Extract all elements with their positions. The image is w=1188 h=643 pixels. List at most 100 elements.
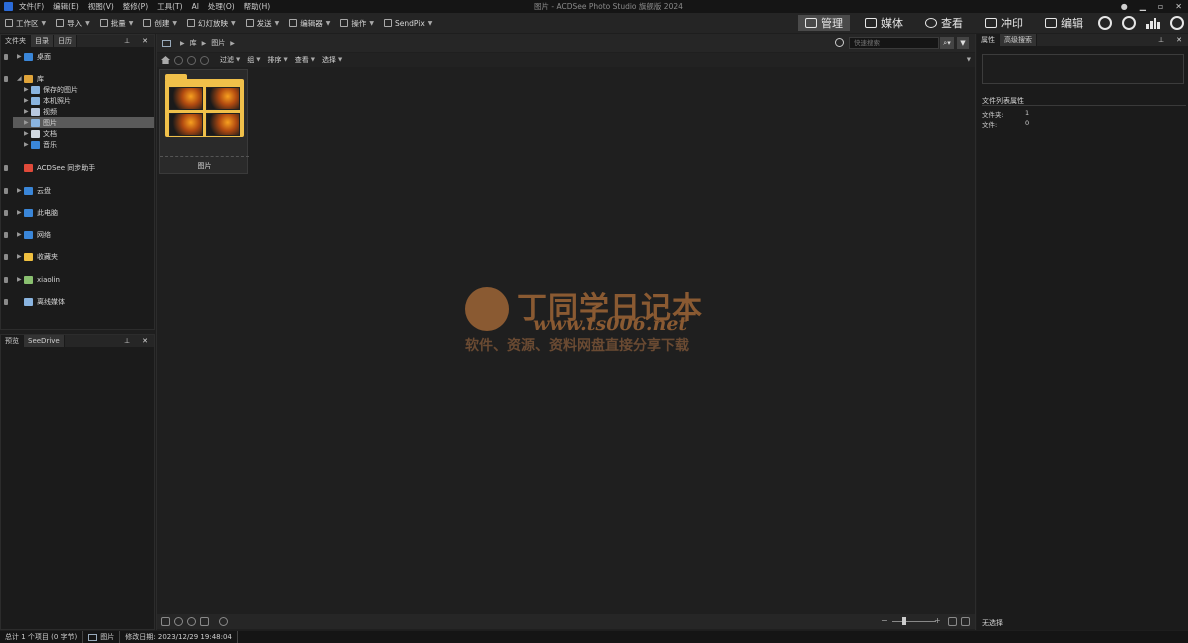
app-icon[interactable] [4,2,13,11]
mode-manage[interactable]: 管理 [798,15,850,31]
expand-arrow-icon[interactable]: ▶ [24,97,29,104]
breadcrumb-pictures[interactable]: 图片 [211,38,225,48]
expand-arrow-icon[interactable]: ▶ [24,108,29,115]
pin-icon[interactable]: ⊥ [124,337,130,345]
menu-ai[interactable]: AI [192,2,199,11]
rotate-left-icon[interactable] [174,617,183,626]
tab-catalog[interactable]: 目录 [31,35,54,47]
zoom-out-icon[interactable]: − [881,617,890,626]
tab-calendar[interactable]: 日历 [54,35,77,47]
menu-tools[interactable]: 工具(T) [157,1,182,12]
pin-icon[interactable]: ⊥ [124,37,130,45]
menu-file[interactable]: 文件(F) [19,1,44,12]
rotate-right-icon[interactable] [187,617,196,626]
sendpix-button[interactable]: SendPix ▼ [384,19,432,28]
stats-icon[interactable] [1146,17,1160,29]
expand-arrow-icon[interactable]: ◢ [17,75,22,82]
sort-menu[interactable]: 排序 ▼ [267,55,287,65]
group-menu[interactable]: 组 ▼ [247,55,260,65]
pin-icon[interactable] [4,53,8,60]
expand-arrow-icon[interactable]: ▶ [24,119,29,126]
live-icon[interactable] [1170,16,1184,30]
mode-edit[interactable]: 编辑 [1038,15,1090,31]
folder-thumbnail[interactable]: 图片 [159,69,249,174]
tree-item-user-folder[interactable]: ▶ xiaolin [1,274,154,285]
tab-advanced-search[interactable]: 高级搜索 [1000,34,1037,46]
expand-arrow-icon[interactable]: ▶ [24,86,29,93]
search-icon[interactable]: ⌕▾ [940,37,954,49]
expand-arrow-icon[interactable]: ▶ [17,53,22,60]
actions-button[interactable]: 操作 ▼ [340,18,374,29]
tree-item-documents[interactable]: ▶ 文档 [1,128,154,139]
filter-menu[interactable]: 过滤 ▼ [220,55,240,65]
send-button[interactable]: 发送 ▼ [245,18,279,29]
tree-item-offline-media[interactable]: 离线媒体 [1,296,154,307]
tree-item-saved-pictures[interactable]: ▶ 保存的图片 [1,84,154,95]
pin-icon[interactable] [4,231,8,238]
user-icon[interactable]: ● [1121,2,1128,11]
batch-button[interactable]: 批量 ▼ [99,18,133,29]
mode-media[interactable]: 媒体 [858,15,910,31]
editor-button[interactable]: 编辑器 ▼ [289,18,330,29]
tab-preview[interactable]: 预览 [1,335,24,347]
computer-icon[interactable] [162,39,171,47]
back-icon[interactable] [174,55,183,65]
expand-arrow-icon[interactable]: ▶ [17,276,22,283]
tab-folders[interactable]: 文件夹 [1,35,31,47]
tree-item-cloud-drive[interactable]: ▶ 云盘 [1,185,154,196]
slideshow-button[interactable]: 幻灯放映 ▼ [187,18,236,29]
close-icon[interactable]: ✕ [1175,2,1182,11]
forward-icon[interactable] [187,55,196,65]
thumbnail-grid-icon[interactable] [961,617,970,626]
close-panel-icon[interactable]: ✕ [142,337,148,345]
tree-item-network[interactable]: ▶ 网络 [1,229,154,240]
expand-arrow-icon[interactable]: ▶ [17,209,22,216]
tree-item-videos[interactable]: ▶ 视频 [1,106,154,117]
pin-icon[interactable]: ⊥ [1158,36,1164,44]
zoom-slider-knob[interactable] [902,617,906,625]
pin-icon[interactable] [4,276,8,283]
up-icon[interactable] [200,55,209,65]
filter-icon[interactable]: ▼ [957,37,969,49]
create-button[interactable]: 创建 ▼ [143,18,177,29]
close-panel-icon[interactable]: ✕ [142,37,148,45]
restore-icon[interactable]: ▫ [1158,2,1163,11]
expand-arrow-icon[interactable]: ▶ [17,253,22,260]
tab-seedrive[interactable]: SeeDrive [24,335,65,347]
expand-arrow-icon[interactable]: ▶ [24,130,29,137]
zoom-slider[interactable] [892,621,936,622]
select-all-icon[interactable] [161,617,170,626]
tree-item-desktop[interactable]: ▶ 桌面 [1,51,154,62]
expand-arrow-icon[interactable]: ▶ [24,141,29,148]
quick-search-input[interactable] [849,37,939,49]
tree-item-this-pc[interactable]: ▶ 此电脑 [1,207,154,218]
tree-item-favorites[interactable]: ▶ 收藏夹 [1,251,154,262]
365-icon[interactable] [1122,16,1136,30]
menu-process[interactable]: 处理(O) [208,1,235,12]
breadcrumb-library[interactable]: 库 [190,38,197,48]
play-icon[interactable] [219,617,228,626]
mode-view[interactable]: 查看 [918,15,970,31]
tree-item-pictures[interactable]: ▶ 图片 [13,117,154,128]
zoom-in-icon[interactable]: + [934,617,943,626]
pin-icon[interactable] [4,209,8,216]
pin-icon[interactable] [4,75,8,82]
pin-icon[interactable] [4,298,8,305]
pin-icon[interactable] [4,164,8,171]
expand-arrow-icon[interactable]: ▶ [17,231,22,238]
pin-icon[interactable] [4,187,8,194]
pin-icon[interactable] [4,253,8,260]
close-panel-icon[interactable]: ✕ [1176,36,1182,44]
tree-item-music[interactable]: ▶ 音乐 [1,139,154,150]
menu-edit[interactable]: 编辑(E) [53,1,79,12]
fit-view-icon[interactable] [948,617,957,626]
refresh-icon[interactable] [835,38,844,47]
workspace-button[interactable]: 工作区 ▼ [5,18,46,29]
tree-item-library[interactable]: ◢ 库 [1,73,154,84]
home-icon[interactable] [161,56,170,64]
dashboard-icon[interactable] [1098,16,1112,30]
expand-arrow-icon[interactable]: ▶ [17,187,22,194]
tree-item-camera-roll[interactable]: ▶ 本机照片 [1,95,154,106]
menu-view[interactable]: 视图(V) [88,1,114,12]
minimize-icon[interactable]: ▁ [1140,2,1146,11]
